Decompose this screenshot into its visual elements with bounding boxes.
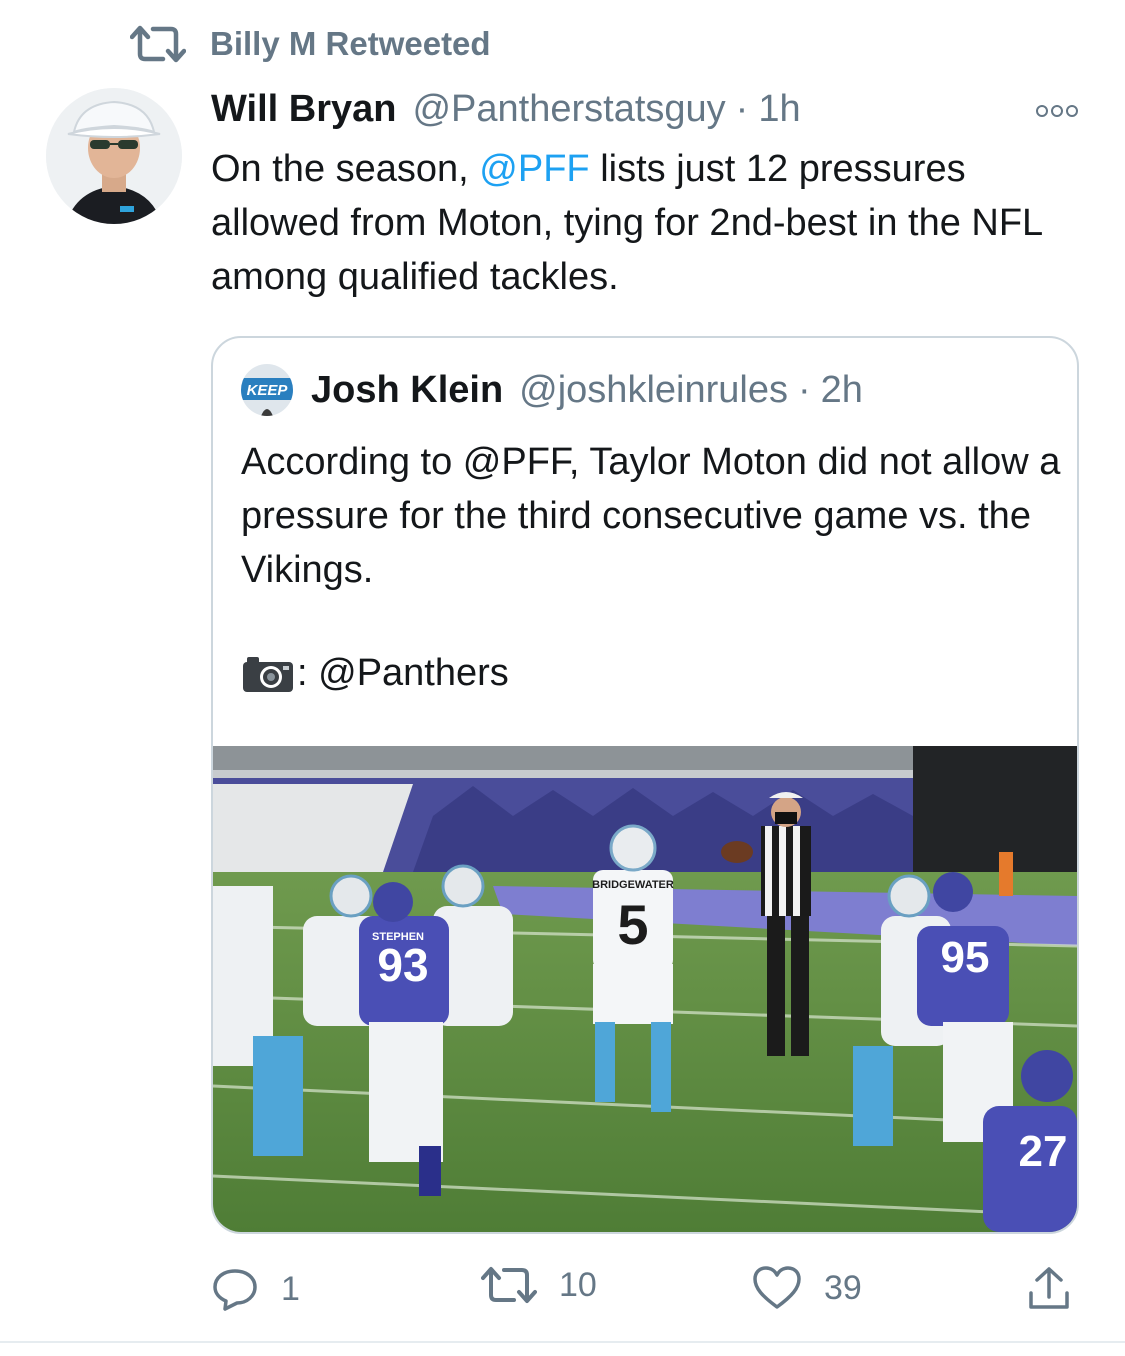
retweet-icon <box>481 1267 537 1303</box>
quoted-author-handle[interactable]: @joshkleinrules <box>519 369 788 412</box>
tweet-text: On the season, @PFF lists just 12 pressu… <box>211 142 1081 304</box>
quoted-separator-dot: · <box>797 368 811 411</box>
retweet-button[interactable]: 10 <box>481 1265 597 1305</box>
quoted-author-avatar: KEEP <box>241 364 293 416</box>
right-jersey-number: 95 <box>941 933 990 982</box>
quoted-tweet-text: According to @PFF, Taylor Moton did not … <box>241 441 1061 591</box>
retweet-banner-text: Billy M Retweeted <box>210 25 491 62</box>
left-jersey-number: 93 <box>377 939 428 991</box>
retweet-count: 10 <box>559 1265 597 1304</box>
mention-link[interactable]: @PFF <box>479 148 589 190</box>
tweet-divider <box>0 1341 1125 1343</box>
camera-icon <box>243 656 293 692</box>
like-count: 39 <box>824 1268 862 1307</box>
heart-icon <box>753 1266 801 1309</box>
tweet-text-start: On the season, <box>211 148 480 190</box>
avatar-image <box>46 88 182 224</box>
tweet[interactable]: Will Bryan @Pantherstatsguy · 1h On the … <box>211 88 1081 304</box>
reply-button[interactable]: 1 <box>211 1265 300 1313</box>
quoted-tweet-header: KEEP Josh Klein @joshkleinrules · 2h <box>241 364 863 416</box>
separator-dot: · <box>735 88 749 130</box>
share-button[interactable] <box>1025 1265 1073 1313</box>
reply-count: 1 <box>281 1269 300 1308</box>
tweet-header: Will Bryan @Pantherstatsguy · 1h <box>211 88 1081 142</box>
quoted-avatar-text: KEEP <box>247 382 289 399</box>
quoted-tweet-time: 2h <box>820 368 863 411</box>
photo-credit: : @Panthers <box>241 652 509 695</box>
action-bar: 1 10 39 <box>211 1265 1081 1315</box>
corner-jersey-number: 27 <box>1019 1127 1068 1176</box>
qb-jersey-number: 5 <box>617 893 648 956</box>
retweet-icon <box>130 25 186 63</box>
quoted-author-name[interactable]: Josh Klein <box>311 369 503 412</box>
author-handle[interactable]: @Pantherstatsguy <box>412 88 725 131</box>
football-photo[interactable]: BRIDGEWATER 5 93 STEPHEN 95 27 <box>213 746 1077 1232</box>
share-icon <box>1029 1267 1069 1309</box>
more-options-icon[interactable] <box>1033 96 1081 126</box>
reply-icon <box>213 1269 257 1311</box>
retweet-banner[interactable]: Billy M Retweeted <box>130 22 491 66</box>
like-button[interactable]: 39 <box>752 1265 862 1311</box>
author-avatar[interactable] <box>46 88 182 224</box>
qb-jersey-name: BRIDGEWATER <box>592 879 674 891</box>
quoted-tweet[interactable]: KEEP Josh Klein @joshkleinrules · 2h Acc… <box>211 336 1079 1234</box>
tweet-time[interactable]: 1h <box>758 88 800 131</box>
author-name[interactable]: Will Bryan <box>211 88 396 131</box>
photo-credit-text: : @Panthers <box>297 652 509 694</box>
left-jersey-name: STEPHEN <box>372 931 424 943</box>
